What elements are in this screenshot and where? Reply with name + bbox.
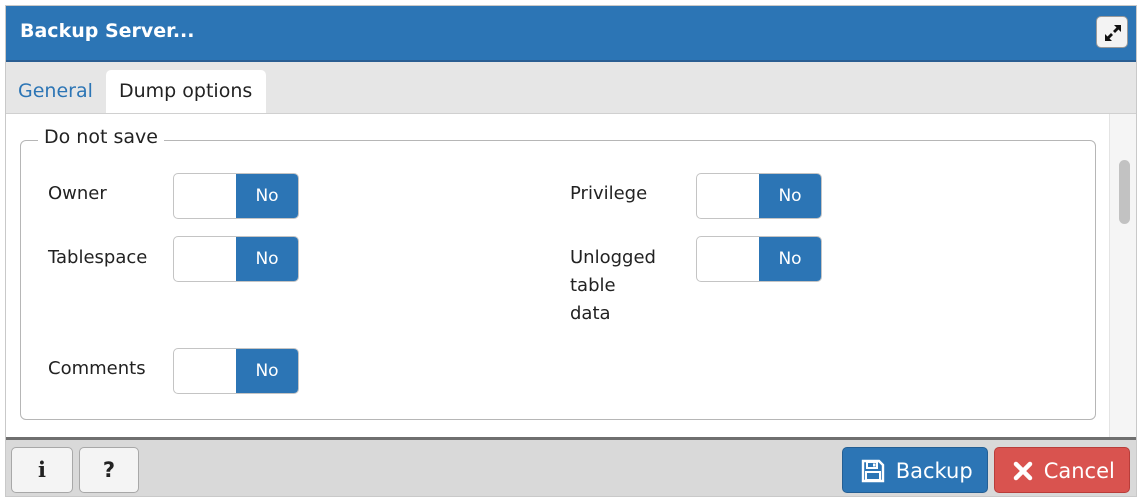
dialog-titlebar: Backup Server... <box>6 6 1136 62</box>
owner-toggle[interactable]: No <box>173 173 299 219</box>
tab-general[interactable]: General <box>7 70 104 113</box>
close-icon <box>1013 461 1033 481</box>
expand-icon <box>1105 25 1121 41</box>
floppy-disk-icon <box>861 459 885 483</box>
dialog-footer: i ? Backup Cancel <box>6 437 1136 496</box>
privilege-label: Privilege <box>570 183 648 204</box>
scrollbar-thumb[interactable] <box>1119 160 1130 224</box>
owner-label: Owner <box>48 183 107 204</box>
unlogged-table-data-toggle[interactable]: No <box>696 236 822 282</box>
owner-toggle-state: No <box>236 174 298 218</box>
do-not-save-legend: Do not save <box>38 126 164 148</box>
unlogged-label-line-1: Unlogged <box>570 247 656 268</box>
privilege-toggle-state: No <box>759 174 821 218</box>
cancel-button-label: Cancel <box>1043 459 1115 483</box>
tab-bar: General Dump options <box>6 62 1136 114</box>
info-button[interactable]: i <box>11 447 73 493</box>
help-button[interactable]: ? <box>79 447 139 493</box>
privilege-toggle[interactable]: No <box>696 173 822 219</box>
comments-toggle[interactable]: No <box>173 348 299 394</box>
unlogged-label-line-2: table <box>570 275 616 296</box>
help-icon: ? <box>102 458 116 482</box>
comments-toggle-state: No <box>236 349 298 393</box>
tablespace-toggle-state: No <box>236 237 298 281</box>
unlogged-label-line-3: data <box>570 303 611 324</box>
dump-options-panel: Do not save Owner No Tablespace No Comme… <box>6 114 1136 437</box>
panel-scrollbar[interactable] <box>1109 114 1136 437</box>
tablespace-label: Tablespace <box>48 247 148 268</box>
cancel-button[interactable]: Cancel <box>994 447 1130 493</box>
comments-label: Comments <box>48 358 146 379</box>
backup-server-dialog: Backup Server... General Dump options Do… <box>5 5 1137 497</box>
tablespace-toggle[interactable]: No <box>173 236 299 282</box>
backup-button-label: Backup <box>895 459 973 483</box>
backup-button[interactable]: Backup <box>842 447 988 493</box>
maximize-button[interactable] <box>1096 16 1128 48</box>
info-icon: i <box>38 457 46 482</box>
dialog-title: Backup Server... <box>20 20 195 42</box>
unlogged-toggle-state: No <box>759 237 821 281</box>
tab-dump-options[interactable]: Dump options <box>106 70 266 113</box>
